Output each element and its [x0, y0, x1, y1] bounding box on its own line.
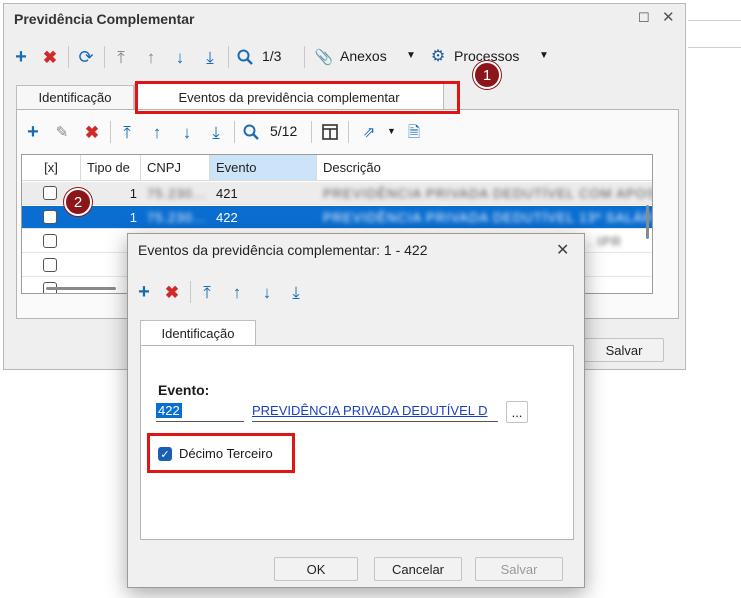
last-record-icon[interactable]: ⤓: [206, 122, 226, 142]
paperclip-icon[interactable]: 📎: [315, 47, 334, 67]
first-record-icon[interactable]: ⤒: [197, 282, 217, 302]
cancel-button[interactable]: Cancelar: [374, 557, 462, 581]
ok-button[interactable]: OK: [274, 557, 358, 581]
next-record-icon[interactable]: ↓: [177, 122, 197, 142]
background-divider: [688, 20, 741, 21]
maximize-icon[interactable]: ☐: [638, 10, 650, 26]
dialog-title: Eventos da previdência complementar: 1 -…: [138, 242, 428, 258]
toolbar-separator: [311, 121, 312, 143]
chevron-down-icon[interactable]: ▼: [406, 50, 416, 61]
row-checkbox[interactable]: [43, 258, 57, 272]
table-row-selected[interactable]: 1 75.230... 422 PREVIDÊNCIA PRIVADA DEDU…: [22, 206, 653, 229]
toolbar-separator: [234, 121, 235, 143]
column-header-evento[interactable]: Evento: [210, 155, 317, 181]
step-badge-2: 2: [64, 188, 92, 216]
row-checkbox[interactable]: [43, 234, 57, 248]
toolbar-separator: [68, 46, 69, 68]
column-header-cnpj[interactable]: CNPJ: [141, 155, 210, 181]
window-title: Previdência Complementar: [14, 11, 195, 27]
column-header-select[interactable]: [x]: [22, 155, 81, 181]
main-save-button[interactable]: Salvar: [584, 338, 664, 362]
columns-icon[interactable]: [320, 122, 340, 142]
table-row[interactable]: 1 75.230... 421 PREVIDÊNCIA PRIVADA DEDU…: [22, 182, 653, 205]
add-icon[interactable]: +: [11, 47, 31, 67]
previous-record-icon[interactable]: ↑: [141, 47, 161, 67]
event-dialog: Eventos da previdência complementar: 1 -…: [127, 233, 585, 588]
toolbar-separator: [348, 121, 349, 143]
browse-button[interactable]: ...: [506, 401, 528, 423]
toolbar-separator: [190, 281, 191, 303]
previous-record-icon[interactable]: ↑: [227, 282, 247, 302]
dialog-close-icon[interactable]: ✕: [556, 240, 569, 260]
step-badge-1: 1: [473, 61, 501, 89]
highlight-box: [135, 81, 460, 114]
horizontal-scrollbar[interactable]: [46, 287, 116, 290]
toolbar-separator: [228, 46, 229, 68]
gear-icon[interactable]: ⚙: [429, 47, 447, 67]
next-record-icon[interactable]: ↓: [257, 282, 277, 302]
search-icon[interactable]: [235, 47, 255, 67]
cell-descricao: PREVIDÊNCIA PRIVADA DEDUTÍVEL COM APOS: [323, 186, 653, 201]
close-icon[interactable]: ✕: [662, 8, 675, 26]
edit-icon[interactable]: ✎: [52, 122, 72, 142]
column-header-tipo[interactable]: Tipo de: [81, 155, 141, 181]
event-record-counter: 5/12: [270, 123, 298, 139]
cell-evento: 422: [216, 210, 238, 225]
dialog-tab-identificacao[interactable]: Identificação: [140, 320, 256, 346]
delete-icon[interactable]: ✖: [40, 47, 60, 67]
row-checkbox[interactable]: [43, 210, 57, 224]
cell-cnpj: 75.230...: [147, 186, 207, 201]
next-record-icon[interactable]: ↓: [170, 47, 190, 67]
previous-record-icon[interactable]: ↑: [147, 122, 167, 142]
search-icon[interactable]: [241, 122, 261, 142]
delete-event-icon[interactable]: ✖: [82, 122, 102, 142]
record-counter: 1/3: [262, 48, 282, 64]
vertical-scrollbar[interactable]: [646, 205, 649, 239]
document-icon[interactable]: 🗎: [404, 122, 424, 142]
cell-cnpj: 75.230...: [147, 210, 207, 225]
first-record-icon[interactable]: ⤒: [111, 47, 131, 67]
background-divider: [688, 47, 741, 48]
add-icon[interactable]: +: [134, 282, 154, 302]
dialog-save-button[interactable]: Salvar: [475, 557, 563, 581]
add-event-icon[interactable]: +: [23, 122, 43, 142]
tab-identificacao[interactable]: Identificação: [16, 85, 134, 109]
toolbar-separator: [110, 121, 111, 143]
event-label: Evento:: [158, 382, 210, 398]
cell-descricao: . IPR: [588, 234, 622, 249]
refresh-icon[interactable]: ⟳: [76, 47, 96, 67]
toolbar-separator: [104, 46, 105, 68]
chevron-down-icon[interactable]: ▼: [387, 126, 396, 136]
column-header-descricao[interactable]: Descrição: [317, 155, 652, 181]
attachments-menu[interactable]: Anexos: [340, 48, 387, 64]
last-record-icon[interactable]: ⤓: [286, 282, 306, 302]
event-code-input[interactable]: 422: [156, 400, 244, 422]
chevron-down-icon[interactable]: ▼: [539, 50, 549, 61]
first-record-icon[interactable]: ⤒: [117, 122, 137, 142]
cell-descricao: PREVIDÊNCIA PRIVADA DEDUTÍVEL 13º SALÁR: [323, 210, 653, 225]
highlight-box: [147, 433, 295, 473]
export-icon[interactable]: ⇗: [359, 122, 379, 142]
toolbar-separator: [304, 46, 305, 68]
cell-evento: 421: [216, 186, 238, 201]
row-checkbox[interactable]: [43, 186, 57, 200]
cell-tipo: 1: [129, 210, 137, 225]
event-description-link[interactable]: PREVIDÊNCIA PRIVADA DEDUTÍVEL D: [252, 400, 498, 422]
last-record-icon[interactable]: ⤓: [200, 47, 220, 67]
event-code-text: 422: [156, 403, 182, 418]
delete-icon[interactable]: ✖: [162, 282, 182, 302]
